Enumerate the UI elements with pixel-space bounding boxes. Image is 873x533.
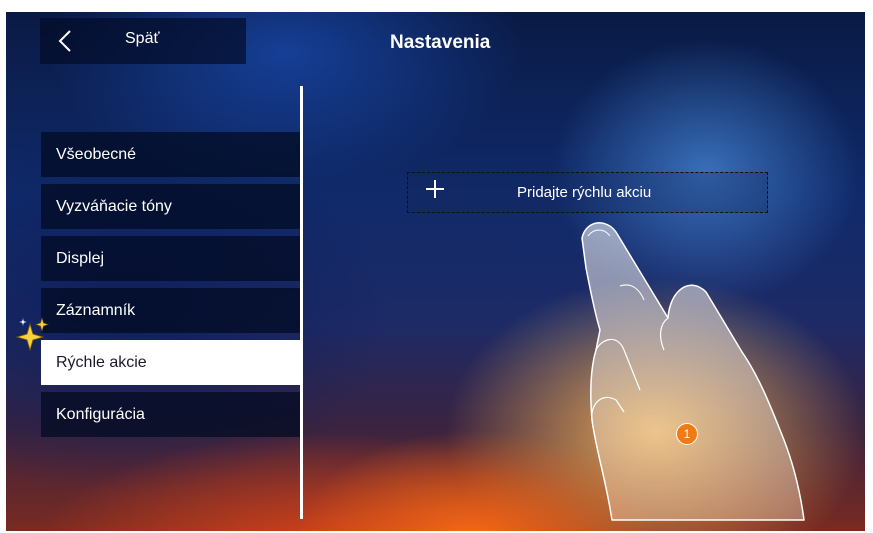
sidebar-item-konfiguracia[interactable]: Konfigurácia — [41, 392, 300, 437]
chevron-left-icon[interactable] — [58, 29, 72, 53]
plus-icon[interactable] — [424, 178, 446, 200]
sidebar-item-label: Konfigurácia — [56, 405, 145, 423]
sidebar-item-vseobecne[interactable]: Všeobecné — [41, 132, 300, 177]
panel-divider — [300, 86, 303, 519]
sparkle-icon — [15, 316, 49, 352]
sidebar-item-displej[interactable]: Displej — [41, 236, 300, 281]
sidebar-item-zaznamnik[interactable]: Záznamník — [41, 288, 300, 333]
sidebar-item-vyzvanacie-tony[interactable]: Vyzváňacie tóny — [41, 184, 300, 229]
add-quick-action-label[interactable]: Pridajte rýchlu akciu — [517, 184, 651, 201]
sidebar-item-label: Záznamník — [56, 301, 136, 319]
sidebar-item-label: Displej — [56, 249, 105, 267]
sidebar-item-label: Rýchle akcie — [56, 353, 147, 371]
back-button-label[interactable]: Späť — [125, 30, 159, 48]
sidebar-item-label: Vyzváňacie tóny — [56, 197, 172, 215]
sidebar-item-label: Všeobecné — [56, 145, 137, 163]
step-number-badge: 1 — [676, 423, 698, 445]
page-title: Nastavenia — [390, 32, 491, 53]
sidebar-item-rychle-akcie[interactable]: Rýchle akcie — [41, 340, 300, 385]
